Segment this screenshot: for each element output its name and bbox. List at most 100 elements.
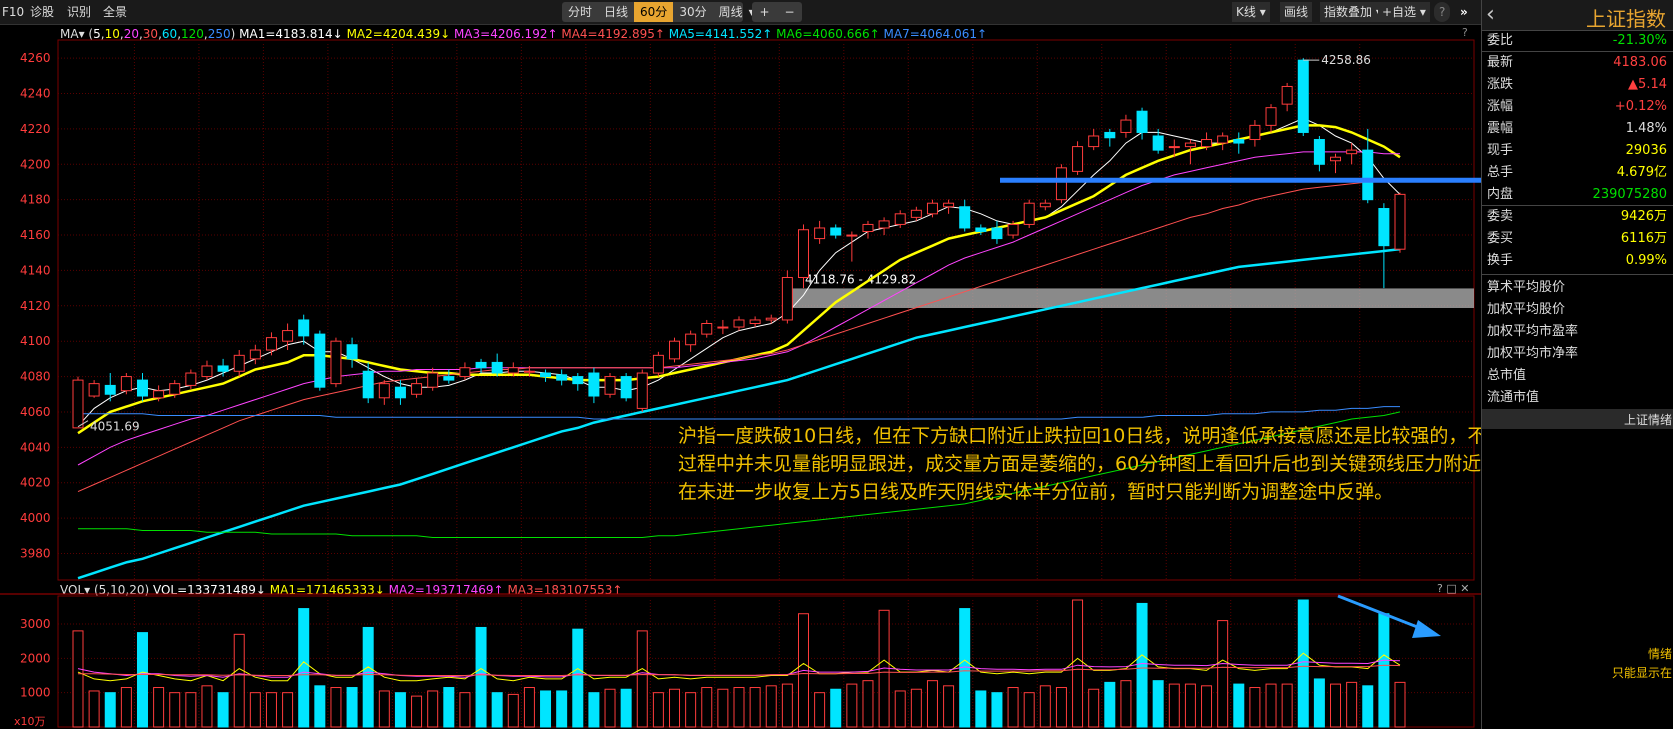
vol-unit-label: x10万 [14,715,46,728]
vol-ma-line-ma1 [77,652,1401,682]
volume-bar [701,687,713,728]
candle-body [169,383,181,395]
volume-bar [491,692,503,728]
volume-bar [1281,683,1293,728]
volume-bar [378,690,390,728]
candle-body [217,365,229,372]
candle-body [346,344,358,360]
quote-panel-header: ‹ 上证指数 [1482,0,1673,31]
stat-label: 加权平均股价 [1487,302,1566,317]
quote-row: 换手 0.99% [1485,250,1671,272]
candle-body [491,361,503,374]
candle-body [1313,139,1325,165]
candle-body [652,354,664,374]
candle-body [878,220,890,229]
candle-body [604,376,616,395]
candle-body [1378,208,1390,247]
quote-label: 现手 [1487,143,1514,158]
y-tick-label: 4040 [20,440,51,454]
volume-bar [1088,688,1100,728]
volume-bar [636,630,648,728]
y-tick-label: 4060 [20,405,51,419]
candle-body [1217,135,1229,144]
y-tick-label: 4240 [20,87,51,101]
volume-bar [346,687,358,728]
stat-item[interactable]: 算术平均股价 [1485,277,1671,299]
volume-bar [411,695,423,728]
quote-row: 委卖 9426万 [1485,206,1671,228]
candle-body [943,202,955,208]
stat-item[interactable]: 加权平均市净率 [1485,343,1671,365]
volume-bar [1168,683,1180,728]
volume-bar [1039,685,1051,728]
candle-body [669,340,681,360]
volume-bar [443,687,455,728]
kline-chart[interactable]: 3980 4000 4020 4040 4060 4080 4100 4120 4140 4160… [0,0,1481,729]
candle-body [394,386,406,399]
candle-body [1023,202,1035,225]
candle-body [153,390,165,399]
volume-bar [1104,681,1116,728]
volume-bar [1184,683,1196,728]
volume-bar [846,683,858,728]
candle-body [1168,146,1180,149]
candle-body [1330,156,1342,162]
stat-label: 算术平均股价 [1487,280,1566,295]
volume-bar [1023,692,1035,728]
candle-body [201,365,213,378]
candle-body [975,227,987,233]
quote-label: 委买 [1487,231,1514,246]
quote-label: 委卖 [1487,209,1514,224]
stat-item[interactable]: 加权平均市盈率 [1485,321,1671,343]
y-tick-label: 4080 [20,370,51,384]
quote-value: 29036 [1625,143,1667,158]
quote-value: 0.99% [1625,253,1667,268]
volume-bar [427,690,439,728]
candle-body [685,333,697,346]
quote-row: 涨幅 +0.12% [1485,96,1671,118]
volume-bar [217,692,229,728]
volume-bar [282,692,294,728]
quote-label: 涨幅 [1487,99,1514,114]
volume-bar [910,688,922,728]
candle-body [185,372,197,386]
quote-value: 4.679亿 [1616,165,1667,180]
candle-body [797,229,809,279]
volume-bar [781,683,793,728]
stat-item[interactable]: 流通市值 [1485,387,1671,409]
candle-body [556,374,568,381]
volume-bar [169,692,181,728]
volume-bar [717,688,729,728]
candle-body [991,227,1003,240]
stat-item[interactable]: 加权平均股价 [1485,299,1671,321]
candle-body [620,376,632,399]
y-tick-label: 4180 [20,193,51,207]
candle-body [298,319,310,337]
candle-body [120,376,132,392]
volume-bar [991,692,1003,728]
quote-label: 涨跌 [1487,77,1514,92]
volume-bar [136,632,148,728]
volume-bar [475,626,487,728]
candle-body [959,206,971,229]
vol-tick-label: 2000 [20,651,51,665]
stat-item[interactable]: 总市值 [1485,365,1671,387]
y-tick-label: 4200 [20,157,51,171]
candle-body [1039,202,1051,208]
quote-value: ▲5.14 [1628,77,1667,92]
volume-bar [249,692,261,728]
quote-value: -21.30% [1612,33,1667,48]
candle-body [717,326,729,329]
y-tick-label: 4100 [20,334,51,348]
volume-bar [523,687,535,728]
stat-label: 加权平均市盈率 [1487,324,1579,339]
volume-bar [1136,602,1148,728]
back-icon[interactable]: ‹ [1486,2,1495,27]
vol-tick-label: 3000 [20,617,51,631]
quote-value: 4183.06 [1613,55,1667,70]
sentiment-title: 上证情绪 [1623,413,1672,427]
candle-body [362,370,374,399]
quote-panel: ‹ 上证指数 委比 -21.30% 最新 4183.06 涨跌 ▲5.14 涨幅 +0.12%… [1481,0,1673,729]
candle-body [733,319,745,328]
candle-body [846,234,858,237]
